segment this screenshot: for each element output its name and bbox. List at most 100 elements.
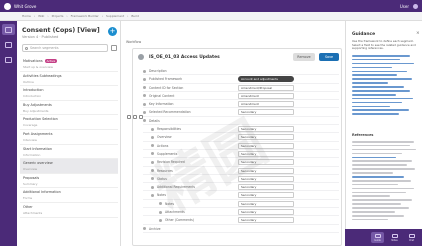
field-value[interactable]: Secondary xyxy=(238,109,294,116)
field-value[interactable]: Amendment xyxy=(238,92,294,99)
user-menu[interactable]: User xyxy=(400,3,418,9)
guidance-link[interactable] xyxy=(352,62,414,65)
add-segment-button[interactable]: + xyxy=(108,27,117,36)
guidance-link[interactable] xyxy=(352,78,412,80)
row-bullet-icon xyxy=(151,144,154,148)
field-row[interactable]: Archive xyxy=(143,225,339,233)
field-value[interactable]: Secondary xyxy=(238,142,294,149)
rail-item-grid[interactable] xyxy=(2,24,15,35)
field-row[interactable]: Original Content Amendment xyxy=(143,92,339,101)
list-item[interactable]: Other Attachments xyxy=(20,203,118,218)
field-row[interactable]: Actions Secondary xyxy=(143,142,339,150)
guidance-link[interactable] xyxy=(352,66,392,69)
move-icon[interactable] xyxy=(127,115,131,119)
field-value[interactable]: Secondary xyxy=(238,167,294,174)
guidance-link[interactable] xyxy=(352,113,399,115)
guidance-link[interactable] xyxy=(352,156,396,159)
field-value[interactable]: Account and adjustments xyxy=(238,76,294,83)
list-item[interactable]: Additional Information Forms xyxy=(20,188,118,203)
list-item[interactable]: Proposals Summary xyxy=(20,174,118,189)
notes-tab[interactable]: Notes xyxy=(388,232,401,243)
avatar[interactable] xyxy=(413,3,418,9)
guidance-link[interactable] xyxy=(352,93,396,96)
field-row[interactable]: Status Secondary xyxy=(143,175,339,184)
field-row[interactable]: Responsibilities Secondary xyxy=(143,125,339,134)
field-row[interactable]: Notes Secondary xyxy=(143,200,339,209)
list-item[interactable]: Part Assignments Interview xyxy=(20,130,118,145)
guidance-link[interactable] xyxy=(352,86,404,88)
list-item[interactable]: Introduction Introduction xyxy=(20,86,118,101)
panel-footer: Guide Notes Chat xyxy=(345,229,422,246)
field-value[interactable]: Amendment xyxy=(238,101,294,108)
guidance-link[interactable] xyxy=(352,105,390,108)
guidance-link[interactable] xyxy=(352,58,400,61)
field-value[interactable] xyxy=(238,68,294,74)
field-value[interactable]: Secondary xyxy=(238,175,294,182)
field-value[interactable]: Secondary xyxy=(238,200,294,207)
list-item-selected[interactable]: Generic overview Overview xyxy=(20,159,118,174)
field-row[interactable]: Attachments Secondary xyxy=(143,208,339,217)
field-row[interactable]: Supplements Secondary xyxy=(143,150,339,159)
field-value[interactable]: Secondary xyxy=(238,159,294,166)
field-row[interactable]: Key Information Amendment xyxy=(143,100,339,109)
field-row[interactable]: Resources Secondary xyxy=(143,167,339,175)
breadcrumb-item[interactable]: Build xyxy=(131,14,139,18)
list-item-title: Buy Adjustments xyxy=(23,102,52,107)
list-item[interactable]: Buy Adjustments Buy Adjustments xyxy=(20,101,118,116)
segment-title: IS_OE_01_03 Access Updates xyxy=(149,55,220,60)
field-value[interactable]: Amendment/Proposal xyxy=(238,84,294,91)
rail-item-sliders[interactable] xyxy=(2,39,15,50)
field-value[interactable] xyxy=(238,226,294,232)
filter-icon[interactable] xyxy=(111,45,117,51)
field-value[interactable]: Secondary xyxy=(238,217,294,224)
guidance-link[interactable] xyxy=(352,82,388,84)
field-row[interactable]: Published Framework Account and adjustmen… xyxy=(143,75,339,84)
field-value[interactable]: Secondary xyxy=(238,126,294,133)
guidance-link[interactable] xyxy=(352,90,410,92)
field-row[interactable]: Other (Comments) Secondary xyxy=(143,216,339,225)
guidance-link[interactable] xyxy=(352,55,410,57)
field-row[interactable]: Additional Requirements Secondary xyxy=(143,183,339,192)
field-row[interactable]: Content ID for Section Amendment/Proposal xyxy=(143,84,339,92)
field-value[interactable] xyxy=(238,118,294,124)
save-button[interactable]: Save xyxy=(319,53,339,61)
field-label: Revision Required xyxy=(157,160,185,165)
remove-button[interactable]: Remove xyxy=(293,53,315,61)
field-row[interactable]: Revision Required Secondary xyxy=(143,158,339,167)
field-row[interactable]: Selected Recommendation Secondary xyxy=(143,108,339,117)
text-line xyxy=(352,207,409,209)
field-row[interactable]: Overview Secondary xyxy=(143,133,339,142)
list-item-title: Additional Information xyxy=(23,190,61,195)
list-item[interactable]: Production Selection Coverage xyxy=(20,115,118,130)
field-row[interactable]: Description xyxy=(143,67,339,76)
breadcrumb-item[interactable]: Home xyxy=(22,14,31,18)
field-value[interactable]: Secondary xyxy=(238,192,294,199)
field-row[interactable]: Notes Secondary xyxy=(143,191,339,200)
field-row[interactable]: Details xyxy=(143,117,339,126)
guide-tab[interactable]: Guide xyxy=(371,232,384,243)
list-item[interactable]: Motivations Active Start up & overview xyxy=(20,57,118,72)
list-item[interactable]: Activities Subheadings Outline xyxy=(20,72,118,87)
rail-item-flow[interactable] xyxy=(2,54,15,65)
guidance-link[interactable] xyxy=(352,70,407,73)
chat-tab[interactable]: Chat xyxy=(405,232,418,243)
field-value[interactable]: Secondary xyxy=(238,209,294,216)
guidance-link[interactable] xyxy=(352,74,397,77)
list-item[interactable]: Start Information Information xyxy=(20,145,118,160)
guidance-link[interactable] xyxy=(352,109,409,112)
field-value[interactable]: Secondary xyxy=(238,184,294,191)
breadcrumb-item[interactable]: Supplement xyxy=(106,14,124,18)
guidance-link[interactable] xyxy=(352,97,413,100)
search-input[interactable]: Search segments xyxy=(22,44,108,52)
close-icon[interactable]: × xyxy=(416,31,420,36)
section-label: Workflow xyxy=(126,40,142,44)
breadcrumb-item[interactable]: Wiki xyxy=(38,14,44,18)
breadcrumb-item[interactable]: Projects xyxy=(52,14,64,18)
guidance-link[interactable] xyxy=(352,176,404,178)
field-value[interactable]: Secondary xyxy=(238,134,294,141)
guidance-link[interactable] xyxy=(352,101,402,104)
copy-icon[interactable] xyxy=(133,115,137,119)
breadcrumb-item[interactable]: Framework Builder xyxy=(71,14,99,18)
list-item-title: Generic overview xyxy=(23,161,53,166)
field-value[interactable]: Secondary xyxy=(238,150,294,157)
